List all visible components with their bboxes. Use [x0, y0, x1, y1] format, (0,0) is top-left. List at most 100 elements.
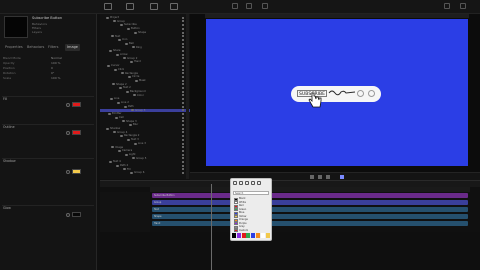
- layer-visibility-checkbox[interactable]: [182, 35, 184, 38]
- grid-icon[interactable]: [245, 181, 249, 185]
- tab-filters[interactable]: Filters: [46, 44, 61, 51]
- layer-visibility-checkbox[interactable]: [182, 50, 184, 53]
- outline-color-swatch[interactable]: [72, 130, 81, 135]
- timeline-ruler[interactable]: [150, 187, 470, 192]
- layer-visibility-checkbox[interactable]: [182, 153, 184, 156]
- layer-visibility-checkbox[interactable]: [182, 172, 184, 175]
- share-button[interactable]: [444, 3, 450, 9]
- section-fill[interactable]: Fill: [2, 96, 94, 101]
- layer-visibility-checkbox[interactable]: [182, 116, 184, 119]
- layer-visibility-checkbox[interactable]: [182, 61, 184, 64]
- property-row[interactable]: Rotation 0°: [3, 71, 93, 75]
- rewind-icon[interactable]: [310, 175, 314, 179]
- eyedropper-icon[interactable]: [66, 212, 70, 217]
- property-value[interactable]: 0°: [51, 71, 54, 75]
- color-swatch[interactable]: [260, 233, 265, 238]
- layer-visibility-checkbox[interactable]: [182, 112, 184, 115]
- layer-visibility-checkbox[interactable]: [182, 135, 184, 138]
- color-swatch[interactable]: [236, 233, 241, 238]
- tab-image[interactable]: Image: [65, 44, 80, 51]
- timeline-toggle-icon[interactable]: [170, 3, 178, 10]
- shadow-color-swatch[interactable]: [72, 169, 81, 174]
- eyedropper-icon[interactable]: [66, 130, 70, 135]
- layer-visibility-checkbox[interactable]: [182, 142, 184, 145]
- layer-visibility-checkbox[interactable]: [182, 94, 184, 97]
- layer-visibility-checkbox[interactable]: [182, 57, 184, 60]
- tab-behaviors[interactable]: Behaviors: [25, 44, 46, 51]
- zoom-icon[interactable]: [232, 3, 238, 9]
- layer-visibility-checkbox[interactable]: [182, 79, 184, 82]
- color-search-input[interactable]: Search: [233, 191, 269, 195]
- layer-visibility-checkbox[interactable]: [182, 42, 184, 45]
- image-icon[interactable]: [257, 181, 261, 185]
- eyedropper-icon[interactable]: [66, 169, 70, 174]
- color-swatch[interactable]: [246, 233, 251, 238]
- property-row[interactable]: Opacity 100 %: [3, 61, 93, 65]
- property-row[interactable]: Position 0: [3, 66, 93, 70]
- property-value[interactable]: 100 %: [51, 76, 61, 80]
- color-swatch[interactable]: [241, 233, 246, 238]
- pencil-icon[interactable]: [233, 181, 237, 185]
- export-button[interactable]: [460, 3, 466, 9]
- layer-visibility-checkbox[interactable]: [182, 83, 184, 86]
- section-glow[interactable]: Glow: [2, 205, 94, 210]
- layer-visibility-checkbox[interactable]: [182, 105, 184, 108]
- eyedropper-icon[interactable]: [239, 181, 243, 185]
- layer-visibility-checkbox[interactable]: [182, 38, 184, 41]
- color-swatch[interactable]: [232, 233, 236, 238]
- section-shadow[interactable]: Shadow: [2, 158, 94, 163]
- playhead[interactable]: [211, 184, 212, 270]
- property-value[interactable]: 100 %: [51, 61, 61, 65]
- layer-visibility-checkbox[interactable]: [182, 149, 184, 152]
- palette-icon[interactable]: [251, 181, 255, 185]
- layer-visibility-checkbox[interactable]: [182, 124, 184, 127]
- layer-visibility-checkbox[interactable]: [182, 27, 184, 30]
- layer-visibility-checkbox[interactable]: [182, 164, 184, 167]
- library-icon[interactable]: [104, 3, 112, 10]
- inspector-toggle-icon[interactable]: [126, 3, 134, 10]
- timeline-mini-ruler[interactable]: [205, 14, 469, 18]
- property-value[interactable]: 0: [51, 66, 53, 70]
- layer-visibility-checkbox[interactable]: [182, 127, 184, 130]
- color-swatch[interactable]: [256, 233, 260, 238]
- fill-color-swatch[interactable]: [72, 102, 81, 107]
- layer-visibility-checkbox[interactable]: [182, 16, 184, 19]
- layer-visibility-checkbox[interactable]: [182, 46, 184, 49]
- layer-visibility-checkbox[interactable]: [182, 87, 184, 90]
- glow-color-swatch[interactable]: [72, 212, 81, 217]
- layer-visibility-checkbox[interactable]: [182, 101, 184, 104]
- color-preset-item[interactable]: Custom: [233, 229, 269, 233]
- layer-visibility-checkbox[interactable]: [182, 146, 184, 149]
- layer-visibility-checkbox[interactable]: [182, 72, 184, 75]
- layer-visibility-checkbox[interactable]: [182, 68, 184, 71]
- layer-visibility-checkbox[interactable]: [182, 20, 184, 23]
- forward-icon[interactable]: [326, 175, 330, 179]
- layers-scrollbar[interactable]: [186, 14, 189, 179]
- layer-visibility-checkbox[interactable]: [182, 161, 184, 164]
- layer-visibility-checkbox[interactable]: [182, 98, 184, 101]
- layer-visibility-checkbox[interactable]: [182, 31, 184, 34]
- loop-icon[interactable]: [340, 175, 344, 179]
- layer-visibility-checkbox[interactable]: [182, 120, 184, 123]
- layer-visibility-checkbox[interactable]: [182, 168, 184, 171]
- color-swatch[interactable]: [251, 233, 256, 238]
- view-icon[interactable]: [246, 3, 252, 9]
- property-row[interactable]: Scale 100 %: [3, 76, 93, 80]
- layer-visibility-checkbox[interactable]: [182, 75, 184, 78]
- layer-visibility-checkbox[interactable]: [182, 109, 184, 112]
- layer-visibility-checkbox[interactable]: [182, 24, 184, 27]
- layer-visibility-checkbox[interactable]: [182, 64, 184, 67]
- color-swatch[interactable]: [265, 233, 270, 238]
- property-row[interactable]: Blend Mode Normal: [3, 56, 93, 60]
- section-outline[interactable]: Outline: [2, 124, 94, 129]
- tab-properties[interactable]: Properties: [3, 44, 25, 51]
- layer-visibility-checkbox[interactable]: [182, 157, 184, 160]
- layers-toggle-icon[interactable]: [150, 3, 158, 10]
- eyedropper-icon[interactable]: [66, 102, 70, 107]
- render-icon[interactable]: [262, 3, 268, 9]
- layer-visibility-checkbox[interactable]: [182, 131, 184, 134]
- layer-row[interactable]: Group 6: [100, 171, 190, 175]
- layer-visibility-checkbox[interactable]: [182, 90, 184, 93]
- play-icon[interactable]: [318, 175, 322, 179]
- property-value[interactable]: Normal: [51, 56, 62, 60]
